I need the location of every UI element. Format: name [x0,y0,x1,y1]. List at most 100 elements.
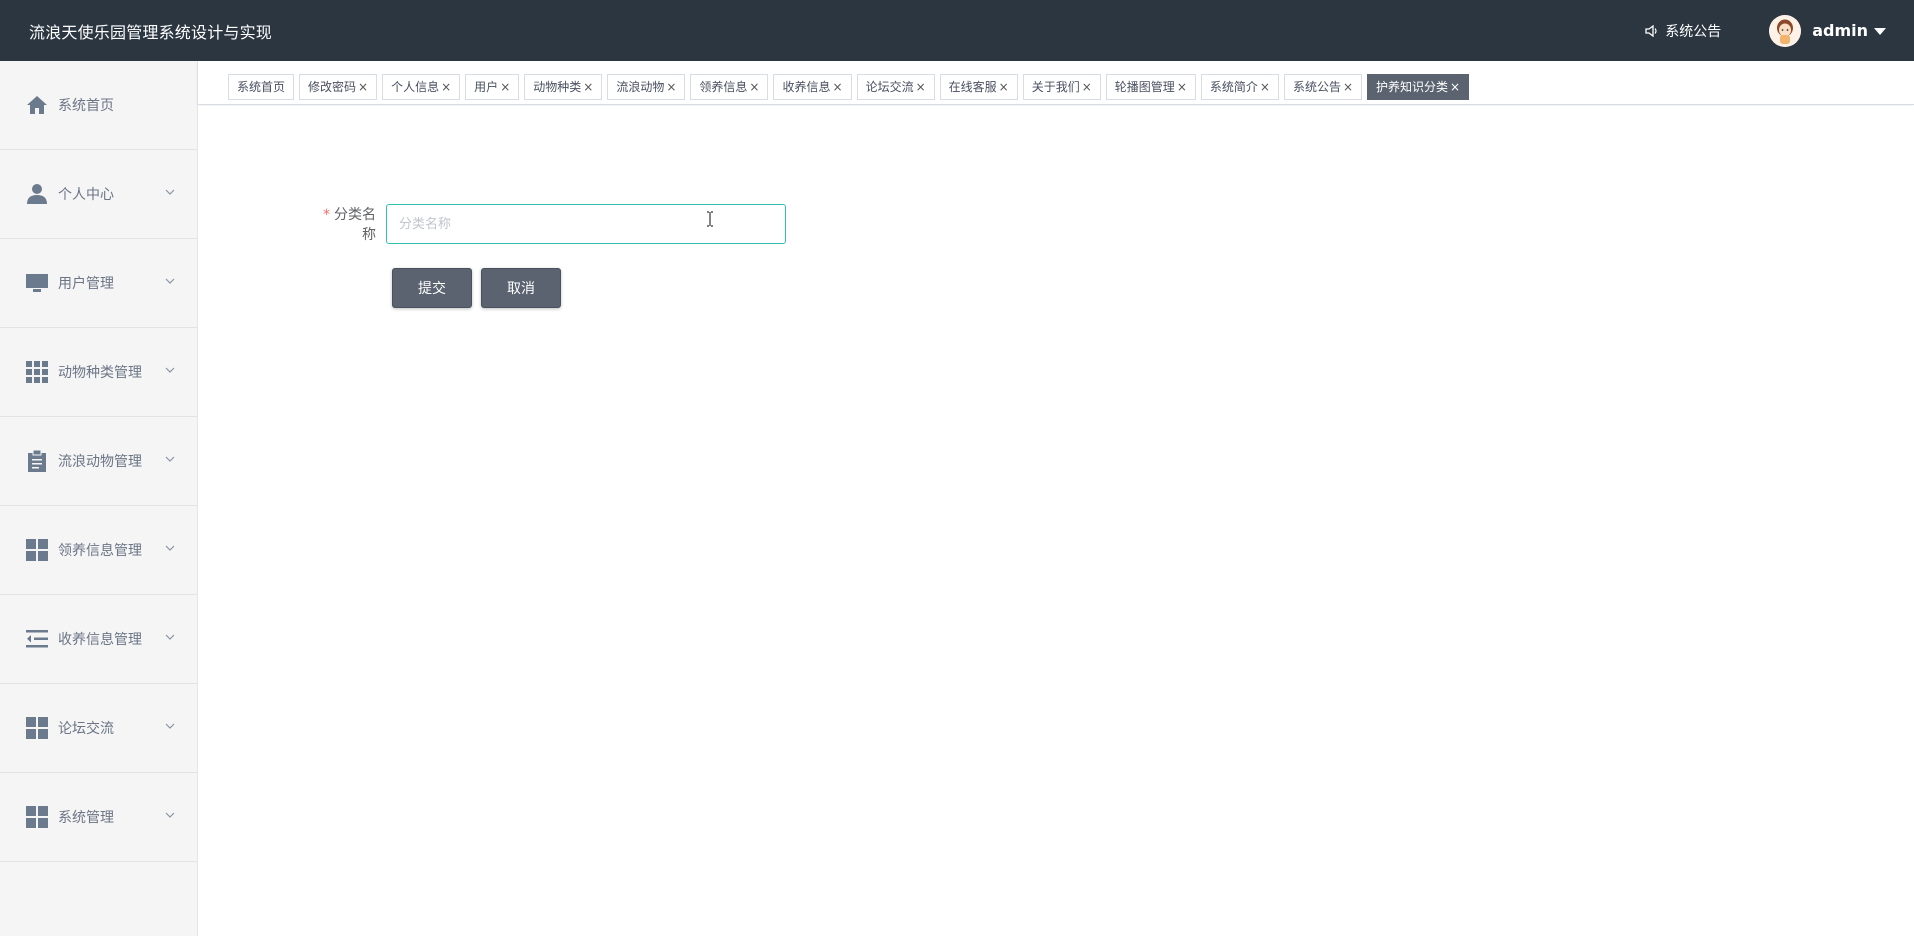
user-menu[interactable]: admin [1769,14,1886,47]
clipboard-icon [26,450,48,472]
chevron-down-icon [165,456,175,462]
sidebar-item-label: 系统管理 [58,810,114,826]
close-icon[interactable]: × [833,75,843,99]
close-icon[interactable]: × [358,75,368,99]
tab-stray-animals[interactable]: 流浪动物 × [607,74,686,100]
tab-label: 修改密码 [308,80,357,94]
sidebar-item-personal-center[interactable]: 个人中心 [0,150,197,239]
grid-icon [26,361,48,383]
main-content: *分类名称 提交 取消 [198,106,1914,936]
close-icon[interactable]: × [441,75,451,99]
close-icon[interactable]: × [749,75,759,99]
submit-button[interactable]: 提交 [392,268,472,308]
category-name-input[interactable] [386,204,786,244]
close-icon[interactable]: × [1343,75,1353,99]
sidebar-item-label: 动物种类管理 [58,365,142,381]
tab-carousel-management[interactable]: 轮播图管理 × [1105,74,1196,100]
category-name-label: * 分类名称 [312,204,386,244]
tab-forum[interactable]: 论坛交流 × [856,74,935,100]
tab-list: 系统首页 修改密码 × 个人信息 × 用户 × 动物种类 × 流浪动物 × 领养信息 × 收… [228,74,1474,100]
dashboard-icon [26,717,48,739]
sidebar-item-label: 流浪动物管理 [58,454,142,470]
system-notice-link[interactable]: 系统公告 [1645,21,1721,41]
close-icon[interactable]: × [1260,75,1270,99]
tab-adoption-info[interactable]: 领养信息 × [690,74,769,100]
close-icon[interactable]: × [500,75,510,99]
tab-animal-category[interactable]: 动物种类 × [524,74,603,100]
sidebar-item-stray-animal-management[interactable]: 流浪动物管理 [0,417,197,506]
sidebar-item-home[interactable]: 系统首页 [0,61,197,150]
chevron-down-icon [165,812,175,818]
caret-down-icon [1874,28,1886,35]
tab-system-notice[interactable]: 系统公告 × [1283,74,1363,100]
list-indent-icon [26,628,48,650]
chevron-down-icon [165,367,175,373]
tab-label: 系统简介 [1209,80,1258,94]
text-cursor-icon [707,211,713,227]
sidebar-item-forum[interactable]: 论坛交流 [0,684,197,773]
form-actions: 提交 取消 [392,268,570,308]
dashboard-icon [26,539,48,561]
speaker-icon [1645,24,1657,37]
tab-label: 轮播图管理 [1114,80,1175,94]
sidebar: 系统首页 个人中心 用户管理 动物种类管理 流浪动物管理 领养信息管理 收养信息… [0,61,198,936]
person-icon [26,183,48,205]
required-mark: * [323,207,330,223]
sidebar-item-label: 个人中心 [58,187,114,203]
close-icon[interactable]: × [1177,75,1187,99]
tab-home[interactable]: 系统首页 [228,74,295,100]
tab-label: 动物种类 [533,80,582,94]
home-icon [26,94,48,116]
close-icon[interactable]: × [666,75,676,99]
avatar [1769,14,1802,47]
sidebar-item-adoption-info-management[interactable]: 领养信息管理 [0,506,197,595]
username: admin [1812,21,1868,40]
close-icon[interactable]: × [916,75,926,99]
tab-label: 关于我们 [1031,80,1080,94]
close-icon[interactable]: × [1450,75,1460,99]
close-icon[interactable]: × [1082,75,1092,99]
tab-label: 论坛交流 [865,80,914,94]
tab-system-intro[interactable]: 系统简介 × [1200,74,1279,100]
tab-online-service[interactable]: 在线客服 × [939,74,1018,100]
tab-label: 用户 [474,80,499,94]
tab-label: 系统首页 [237,80,286,94]
header-right: 系统公告 admin [1645,14,1886,47]
tab-label: 领养信息 [699,80,748,94]
form-item-category-name: * 分类名称 [312,204,786,244]
tab-label: 个人信息 [391,80,440,94]
tab-fostering-info[interactable]: 收养信息 × [773,74,852,100]
tab-care-knowledge-category[interactable]: 护养知识分类 × [1367,74,1470,100]
tab-label: 在线客服 [948,80,997,94]
tags-view-bar: 系统首页 修改密码 × 个人信息 × 用户 × 动物种类 × 流浪动物 × 领养信息 × 收… [198,61,1914,105]
sidebar-item-user-management[interactable]: 用户管理 [0,239,197,328]
chevron-down-icon [165,278,175,284]
dashboard-icon [26,806,48,828]
chevron-down-icon [165,634,175,640]
close-icon[interactable]: × [999,75,1009,99]
tab-change-password[interactable]: 修改密码 × [299,74,378,100]
tab-label: 收养信息 [782,80,831,94]
close-icon[interactable]: × [583,75,593,99]
cancel-button[interactable]: 取消 [481,268,561,308]
notice-label: 系统公告 [1665,23,1722,40]
sidebar-item-label: 领养信息管理 [58,543,142,559]
tab-about-us[interactable]: 关于我们 × [1022,74,1101,100]
chevron-down-icon [165,189,175,195]
sidebar-item-label: 系统首页 [58,98,114,114]
tab-users[interactable]: 用户 × [465,74,520,100]
tab-label: 系统公告 [1292,80,1341,94]
sidebar-item-label: 收养信息管理 [58,632,142,648]
monitor-icon [26,272,48,294]
tab-label: 流浪动物 [616,80,665,94]
sidebar-item-animal-category-management[interactable]: 动物种类管理 [0,328,197,417]
app-title: 流浪天使乐园管理系统设计与实现 [29,22,273,42]
sidebar-item-fostering-info-management[interactable]: 收养信息管理 [0,595,197,684]
tab-personal-info[interactable]: 个人信息 × [382,74,461,100]
top-header: 流浪天使乐园管理系统设计与实现 系统公告 admin [0,0,1914,61]
tab-label: 护养知识分类 [1376,80,1449,94]
chevron-down-icon [165,723,175,729]
sidebar-item-system-management[interactable]: 系统管理 [0,773,197,862]
category-name-label-text: 分类名称 [334,207,376,243]
sidebar-item-label: 用户管理 [58,276,114,292]
